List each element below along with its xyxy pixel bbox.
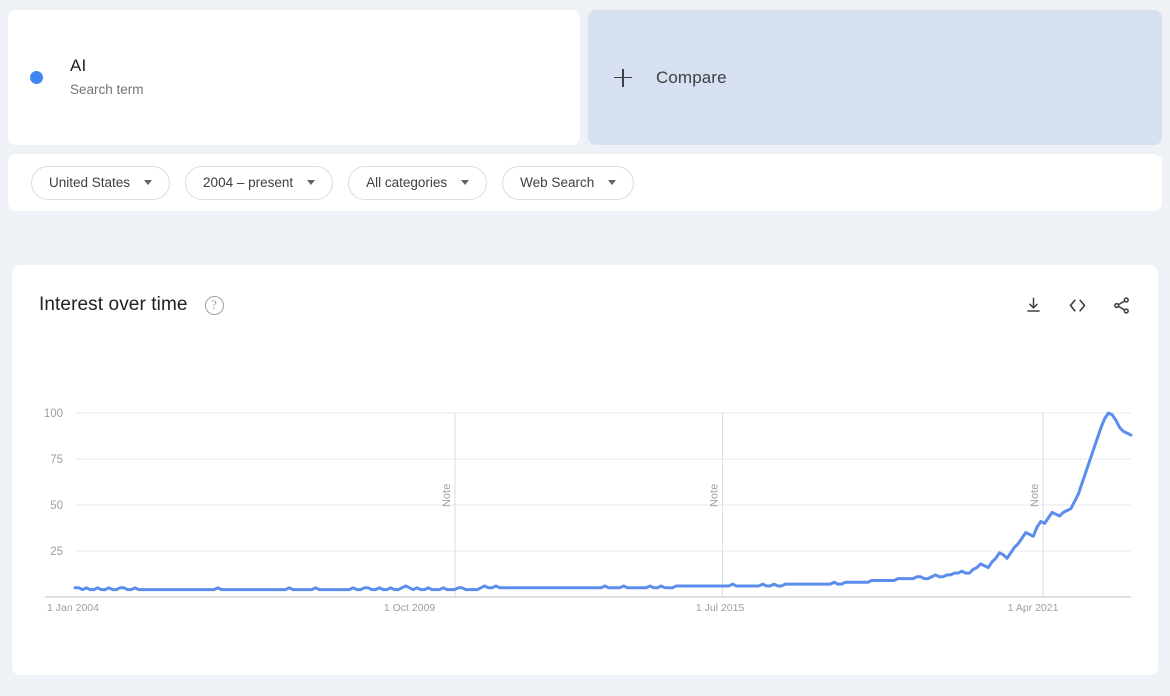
chart-title: Interest over time [39, 294, 188, 315]
filter-bar: United States 2004 – present All categor… [8, 154, 1162, 211]
svg-text:1 Apr 2021: 1 Apr 2021 [1008, 602, 1059, 614]
svg-text:Note: Note [441, 484, 453, 507]
category-filter-label: All categories [366, 175, 448, 190]
svg-text:75: 75 [50, 454, 63, 466]
download-icon[interactable] [1022, 294, 1044, 316]
svg-text:25: 25 [50, 546, 63, 558]
help-circle-icon[interactable]: ? [204, 295, 224, 315]
search-term-subtitle: Search term [70, 82, 144, 97]
search-type-filter-label: Web Search [520, 175, 595, 190]
compare-label: Compare [656, 67, 727, 87]
chevron-down-icon [461, 180, 470, 185]
search-term-text: AI Search term [70, 55, 144, 100]
category-filter[interactable]: All categories [348, 165, 488, 200]
time-range-filter[interactable]: 2004 – present [185, 165, 334, 200]
chart-title-wrap: Interest over time ? [39, 294, 224, 316]
svg-text:Note: Note [708, 484, 720, 507]
code-brackets-icon[interactable] [1066, 294, 1088, 316]
chevron-down-icon [144, 180, 153, 185]
search-type-filter[interactable]: Web Search [502, 165, 635, 200]
series-color-dot [30, 71, 43, 84]
time-range-filter-label: 2004 – present [203, 175, 294, 190]
svg-text:1 Oct 2009: 1 Oct 2009 [384, 602, 436, 614]
chart-actions [1022, 294, 1132, 316]
compare-button[interactable]: Compare [588, 10, 1162, 145]
share-icon[interactable] [1110, 294, 1132, 316]
chevron-down-icon [608, 180, 617, 185]
interest-over-time-card: Interest over time ? 25 50 75 100 1 Jan … [12, 265, 1158, 675]
chart-header: Interest over time ? [12, 265, 1158, 316]
chart-plot-area: 25 50 75 100 1 Jan 2004 1 Oct 2009 1 Jul 2015 1… [12, 265, 1158, 675]
interest-over-time-chart[interactable]: 25 50 75 100 1 Jan 2004 1 Oct 2009 1 Jul 2015 1… [12, 265, 1158, 675]
svg-text:50: 50 [50, 500, 63, 512]
svg-text:Note: Note [1029, 484, 1041, 507]
svg-text:100: 100 [44, 408, 63, 420]
plus-icon [614, 68, 632, 87]
region-filter-label: United States [49, 175, 131, 190]
chevron-down-icon [307, 180, 316, 185]
svg-text:1 Jan 2004: 1 Jan 2004 [47, 602, 99, 614]
region-filter[interactable]: United States [31, 165, 171, 200]
search-term-title: AI [70, 56, 87, 75]
search-terms-row: AI Search term Compare [0, 0, 1170, 145]
search-term-card[interactable]: AI Search term [8, 10, 580, 145]
svg-text:1 Jul 2015: 1 Jul 2015 [696, 602, 745, 614]
